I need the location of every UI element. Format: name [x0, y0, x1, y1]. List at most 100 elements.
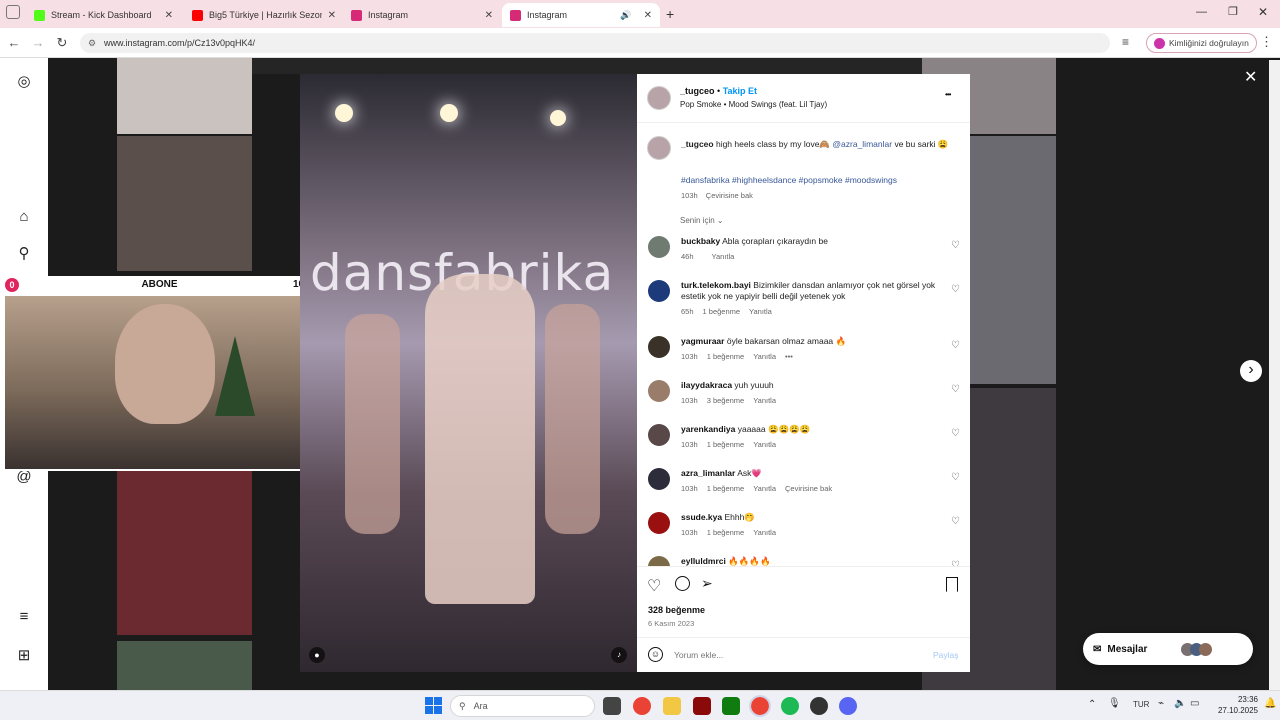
volume-icon[interactable]: 🔈 [1174, 698, 1186, 709]
grid-thumbnail[interactable] [117, 58, 252, 134]
reel-video[interactable]: dansfabrika ● ♪ [300, 74, 637, 672]
battery-icon[interactable]: ▭ [1190, 698, 1199, 709]
profile-button[interactable]: Kimliğinizi doğrulayın [1146, 33, 1257, 53]
post-comment-button[interactable]: Paylaş [933, 650, 959, 660]
close-tab-icon[interactable]: ✕ [328, 10, 336, 21]
comment-like-icon[interactable]: ♡ [951, 516, 960, 527]
tab-instagram-active[interactable]: Instagram 🔊 ✕ [502, 3, 660, 27]
microphone-icon[interactable]: 🎙 [1108, 698, 1121, 709]
chrome-active-icon[interactable] [749, 695, 771, 717]
author-avatar[interactable] [647, 86, 671, 110]
comment-avatar[interactable] [648, 380, 670, 402]
discord-icon[interactable] [839, 697, 857, 715]
page-scrollbar[interactable] [1269, 60, 1280, 690]
comment-username[interactable]: turk.telekom.bayi [681, 280, 751, 290]
comment-like-icon[interactable]: ♡ [951, 472, 960, 483]
close-tab-icon[interactable]: ✕ [644, 10, 652, 21]
more-menu-icon[interactable]: ≡ [14, 608, 34, 628]
tab-actions-icon[interactable] [6, 5, 20, 19]
reply-link[interactable]: Yanıtla [753, 352, 776, 361]
comment-likes[interactable]: 1 beğenme [707, 484, 745, 493]
grid-thumbnail[interactable] [117, 471, 252, 635]
reply-link[interactable]: Yanıtla [753, 484, 776, 493]
taskbar-search[interactable]: ⚲ Ara [450, 695, 595, 717]
instagram-logo-icon[interactable]: ◎ [14, 72, 34, 92]
menu-icon[interactable]: ⋮ [1260, 34, 1273, 50]
hashtags[interactable]: #dansfabrika #highheelsdance #popsmoke #… [681, 175, 897, 185]
file-explorer-icon[interactable] [663, 697, 681, 715]
messages-button[interactable]: ✉ Mesajlar [1083, 633, 1253, 665]
audio-track[interactable]: Pop Smoke • Mood Swings (feat. Lil Tjay) [680, 100, 827, 109]
comment-username[interactable]: azra_limanlar [681, 468, 735, 478]
comment-likes[interactable]: 1 beğenme [707, 440, 745, 449]
comment-username[interactable]: eylluldmrci [681, 556, 726, 566]
tab-youtube[interactable]: Big5 Türkiye | Hazırlık Sezonu 2 ✕ [184, 3, 344, 27]
like-icon[interactable]: ♡ [647, 576, 661, 596]
more-options-icon[interactable]: ••• [945, 90, 951, 99]
comment-username[interactable]: yagmuraar [681, 336, 724, 346]
caption-avatar[interactable] [647, 136, 671, 160]
caption-mention[interactable]: @azra_limanlar [832, 139, 892, 149]
spotify-icon[interactable] [781, 697, 799, 715]
comment-avatar[interactable] [648, 424, 670, 446]
maximize-button[interactable]: ❐ [1228, 5, 1238, 18]
comment-extra[interactable]: Çevirisine bak [785, 484, 832, 493]
close-tab-icon[interactable]: ✕ [485, 10, 493, 21]
comment-like-icon[interactable]: ♡ [951, 428, 960, 439]
url-field[interactable]: ⚙ www.instagram.com/p/Cz13v0pqHK4/ [80, 33, 1110, 53]
sound-toggle-icon[interactable]: ♪ [611, 647, 627, 663]
tagged-user-icon[interactable]: ● [309, 647, 325, 663]
follow-button[interactable]: Takip Et [723, 86, 757, 96]
comment-username[interactable]: ssude.kya [681, 512, 722, 522]
comment-avatar[interactable] [648, 236, 670, 258]
reload-icon[interactable]: ↻ [53, 35, 71, 51]
grid-thumbnail[interactable] [117, 641, 252, 690]
task-view-icon[interactable] [603, 697, 621, 715]
save-icon[interactable] [946, 577, 958, 592]
network-icon[interactable]: ⌁ [1158, 698, 1164, 709]
comment-input[interactable]: Yorum ekle... [674, 650, 723, 660]
likes-count[interactable]: 328 beğenme [648, 605, 705, 615]
start-icon[interactable] [425, 697, 442, 714]
home-icon[interactable]: ⌂ [14, 208, 34, 228]
comment-icon[interactable] [675, 576, 690, 591]
comment-avatar[interactable] [648, 556, 670, 566]
comment-extra[interactable]: ••• [785, 352, 793, 361]
back-icon[interactable]: ← [5, 35, 23, 50]
site-info-icon[interactable]: ⚙ [88, 33, 96, 53]
reply-link[interactable]: Yanıtla [712, 252, 735, 261]
forward-icon[interactable]: → [29, 35, 47, 50]
comment-username[interactable]: ilayydakraca [681, 380, 732, 390]
reading-list-icon[interactable]: ≡ [1122, 35, 1129, 49]
comment-like-icon[interactable]: ♡ [951, 284, 960, 295]
tab-instagram-1[interactable]: Instagram ✕ [343, 3, 501, 27]
minimize-button[interactable]: — [1196, 6, 1207, 18]
new-tab-button[interactable]: + [666, 6, 674, 22]
chrome-icon[interactable] [633, 697, 651, 715]
comment-likes[interactable]: 1 beğenme [707, 528, 745, 537]
comment-like-icon[interactable]: ♡ [951, 384, 960, 395]
comment-avatar[interactable] [648, 468, 670, 490]
comment-avatar[interactable] [648, 336, 670, 358]
comment-likes[interactable]: 1 beğenme [703, 307, 741, 316]
translate-link[interactable]: Çevirisine bak [706, 191, 753, 200]
emoji-icon[interactable]: ☺ [648, 647, 663, 662]
close-modal-button[interactable]: ✕ [1244, 67, 1257, 87]
close-window-button[interactable]: ✕ [1258, 5, 1268, 19]
comment-username[interactable]: buckbaky [681, 236, 720, 246]
reply-link[interactable]: Yanıtla [749, 307, 772, 316]
tab-kick[interactable]: Stream - Kick Dashboard ✕ [26, 3, 181, 27]
comment-like-icon[interactable]: ♡ [951, 340, 960, 351]
comment-like-icon[interactable]: ♡ [951, 240, 960, 251]
app-icon[interactable] [693, 697, 711, 715]
speaker-icon[interactable]: 🔊 [620, 10, 631, 21]
reply-link[interactable]: Yanıtla [753, 396, 776, 405]
reply-link[interactable]: Yanıtla [753, 528, 776, 537]
close-tab-icon[interactable]: ✕ [165, 10, 173, 21]
obs-icon[interactable] [810, 697, 828, 715]
comment-avatar[interactable] [648, 512, 670, 534]
comment-avatar[interactable] [648, 280, 670, 302]
sort-dropdown[interactable]: Senin için ⌄ [680, 216, 724, 225]
also-from-meta-icon[interactable]: ⊞ [14, 646, 34, 666]
next-post-button[interactable]: › [1240, 360, 1262, 382]
